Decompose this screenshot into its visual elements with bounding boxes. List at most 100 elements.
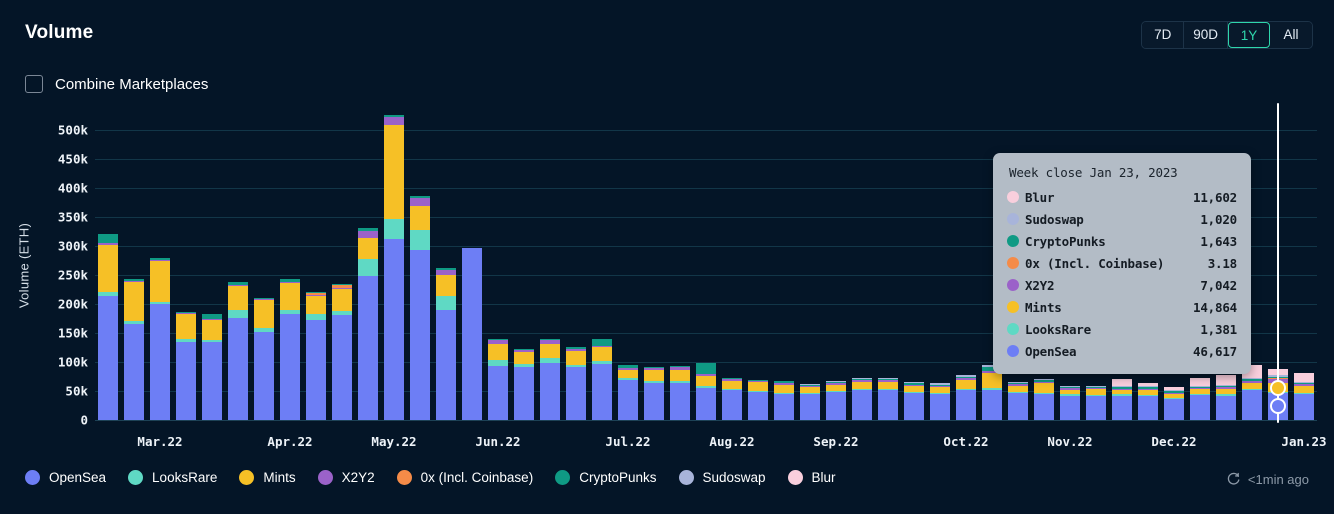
page-title: Volume xyxy=(25,22,94,43)
bar-column[interactable] xyxy=(98,233,118,420)
bar-segment xyxy=(722,380,742,389)
bar-column[interactable] xyxy=(566,347,586,420)
bar-column[interactable] xyxy=(436,268,456,420)
legend-item-0x-incl-coinbase-[interactable]: 0x (Incl. Coinbase) xyxy=(396,470,533,485)
bar-segment xyxy=(982,372,1002,389)
tooltip-series-name: Blur xyxy=(1025,189,1055,205)
bar-column[interactable] xyxy=(306,291,326,420)
bar-segment xyxy=(124,281,144,322)
bar-segment xyxy=(280,314,300,420)
bar-column[interactable] xyxy=(670,366,690,420)
cursor-point-opensea xyxy=(1270,398,1286,415)
range-button-90d[interactable]: 90D xyxy=(1184,22,1228,48)
bar-column[interactable] xyxy=(956,375,976,420)
bar-column[interactable] xyxy=(800,383,820,420)
bar-column[interactable] xyxy=(176,311,196,420)
legend-label: Blur xyxy=(811,470,836,485)
legend-item-mints[interactable]: Mints xyxy=(239,470,296,485)
bar-segment xyxy=(696,388,716,420)
last-updated-indicator: <1min ago xyxy=(1226,472,1309,487)
bar-column[interactable] xyxy=(1190,378,1210,420)
bar-column[interactable] xyxy=(1216,375,1236,420)
bar-column[interactable] xyxy=(1060,385,1080,420)
tooltip-row: OpenSea 46,617 xyxy=(1007,340,1237,362)
bar-segment xyxy=(332,315,352,420)
bar-column[interactable] xyxy=(722,378,742,420)
tooltip-title: Week close Jan 23, 2023 xyxy=(1009,165,1178,180)
bar-segment xyxy=(254,300,274,328)
bar-column[interactable] xyxy=(358,227,378,420)
bar-column[interactable] xyxy=(1164,386,1184,420)
legend-item-looksrare[interactable]: LooksRare xyxy=(128,470,217,485)
bar-column[interactable] xyxy=(254,298,274,420)
bar-column[interactable] xyxy=(332,283,352,420)
legend-item-sudoswap[interactable]: Sudoswap xyxy=(678,470,766,485)
range-button-7d[interactable]: 7D xyxy=(1142,22,1185,48)
tooltip-series-value: 7,042 xyxy=(1200,277,1237,293)
bar-column[interactable] xyxy=(618,365,638,420)
tooltip-row: 0x (Incl. Coinbase) 3.18 xyxy=(1007,252,1237,274)
bar-segment xyxy=(280,282,300,310)
bar-column[interactable] xyxy=(384,114,404,420)
legend-color-dot xyxy=(787,470,803,485)
bar-column[interactable] xyxy=(202,313,222,420)
bar-column[interactable] xyxy=(540,339,560,420)
legend-label: CryptoPunks xyxy=(579,470,657,485)
tooltip-series-name: 0x (Incl. Coinbase) xyxy=(1025,255,1165,271)
bar-column[interactable] xyxy=(904,382,924,420)
bar-column[interactable] xyxy=(1294,373,1314,420)
bar-column[interactable] xyxy=(280,278,300,420)
bar-column[interactable] xyxy=(150,257,170,420)
bar-column[interactable] xyxy=(696,363,716,420)
combine-marketplaces-toggle[interactable]: Combine Marketplaces xyxy=(25,72,208,96)
bar-segment xyxy=(202,342,222,420)
bar-segment xyxy=(774,393,794,420)
bar-column[interactable] xyxy=(592,338,612,420)
legend-item-opensea[interactable]: OpenSea xyxy=(25,470,106,485)
bar-column[interactable] xyxy=(488,339,508,420)
tooltip-series-value: 11,602 xyxy=(1193,189,1237,205)
bar-column[interactable] xyxy=(462,248,482,420)
legend-item-cryptopunks[interactable]: CryptoPunks xyxy=(555,470,657,485)
bar-segment xyxy=(1294,385,1314,394)
bar-column[interactable] xyxy=(1086,385,1106,420)
range-button-1y[interactable]: 1Y xyxy=(1228,22,1270,48)
bar-column[interactable] xyxy=(514,349,534,420)
tooltip-series-value: 1,020 xyxy=(1200,211,1237,227)
bar-column[interactable] xyxy=(1138,382,1158,420)
legend-color-dot xyxy=(25,470,40,485)
legend-color-dot xyxy=(396,470,412,485)
bar-segment xyxy=(566,350,586,365)
tooltip-series-dot xyxy=(1007,301,1019,313)
legend-item-blur[interactable]: Blur xyxy=(787,470,836,485)
bar-column[interactable] xyxy=(410,196,430,420)
bar-column[interactable] xyxy=(930,382,950,420)
bar-column[interactable] xyxy=(228,282,248,420)
bar-segment xyxy=(1060,395,1080,420)
bar-column[interactable] xyxy=(1034,379,1054,420)
bar-column[interactable] xyxy=(1112,379,1132,420)
range-button-all[interactable]: All xyxy=(1270,22,1312,48)
bar-segment xyxy=(1086,396,1106,420)
bar-segment xyxy=(410,229,430,250)
combine-marketplaces-checkbox[interactable] xyxy=(25,75,43,93)
bar-column[interactable] xyxy=(748,379,768,420)
chart-legend[interactable]: OpenSea LooksRare Mints X2Y2 0x (Incl. Coinb… xyxy=(25,470,836,485)
bar-column[interactable] xyxy=(826,381,846,420)
bar-column[interactable] xyxy=(852,377,872,420)
bar-column[interactable] xyxy=(878,377,898,420)
bar-segment xyxy=(956,379,976,390)
bar-column[interactable] xyxy=(124,278,144,420)
time-range-selector[interactable]: 7D 90D 1Y All xyxy=(1141,21,1313,49)
bar-column[interactable] xyxy=(1008,381,1028,420)
tooltip-series-dot xyxy=(1007,257,1019,269)
tooltip-series-dot xyxy=(1007,345,1019,357)
bar-column[interactable] xyxy=(774,381,794,420)
bar-segment xyxy=(306,295,326,315)
tooltip-series-dot xyxy=(1007,213,1019,225)
legend-label: X2Y2 xyxy=(341,470,375,485)
bar-segment xyxy=(540,343,560,359)
bar-column[interactable] xyxy=(644,366,664,420)
legend-item-x2y2[interactable]: X2Y2 xyxy=(317,470,375,485)
bar-segment xyxy=(176,341,196,420)
